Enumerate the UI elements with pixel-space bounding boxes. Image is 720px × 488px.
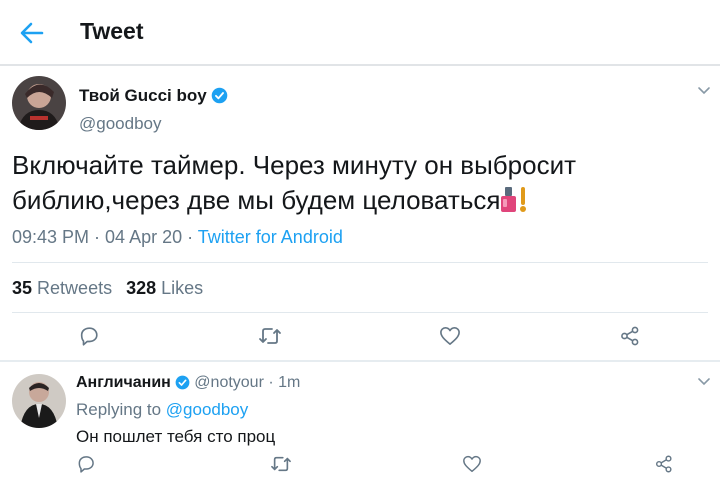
verified-badge-icon <box>211 87 228 104</box>
nail-polish-emoji-icon <box>501 187 517 212</box>
reply-avatar[interactable] <box>12 374 66 428</box>
tweet-date: 04 Apr 20 <box>105 227 183 247</box>
chevron-down-icon[interactable] <box>697 377 711 387</box>
divider <box>12 262 708 263</box>
reply-handle[interactable]: @notyour <box>194 374 264 391</box>
tweet-text-content: Включайте таймер. Через минуту он выброс… <box>12 150 577 215</box>
reply-icon[interactable] <box>76 454 96 474</box>
author-handle[interactable]: @goodboy <box>79 114 162 134</box>
meta-separator: · <box>182 227 198 247</box>
retweets-count: 35 <box>12 278 33 298</box>
replying-to: Replying to @goodboy <box>76 400 248 420</box>
retweets-stat[interactable]: 35 Retweets <box>12 278 112 298</box>
back-arrow-icon[interactable] <box>18 19 46 47</box>
likes-stat[interactable]: 328 Likes <box>126 278 203 298</box>
reply-header: Англичанин @notyour · 1m <box>76 374 300 392</box>
meta-separator: · <box>89 227 106 247</box>
tweet-text: Включайте таймер. Через минуту он выброс… <box>12 148 702 218</box>
divider <box>12 312 708 313</box>
like-heart-icon[interactable] <box>462 455 482 473</box>
likes-count: 328 <box>126 278 157 298</box>
verified-badge-icon <box>175 375 190 390</box>
section-divider <box>0 360 720 362</box>
retweet-icon[interactable] <box>257 325 283 347</box>
tweet-meta: 09:43 PM · 04 Apr 20 · Twitter for Andro… <box>12 227 343 248</box>
like-heart-icon[interactable] <box>439 326 461 346</box>
retweet-icon[interactable] <box>269 454 293 474</box>
top-bar: Tweet <box>0 0 720 66</box>
tweet-time: 09:43 PM <box>12 227 90 247</box>
author-name[interactable]: Твой Gucci boy <box>79 86 228 106</box>
nail-polish-brush-icon <box>520 187 527 212</box>
share-icon[interactable] <box>620 326 640 346</box>
reply-separator: · <box>263 374 279 391</box>
likes-label: Likes <box>161 278 204 298</box>
share-icon[interactable] <box>655 455 673 473</box>
reply-author-name[interactable]: Англичанин <box>76 374 171 391</box>
replying-prefix: Replying to <box>76 400 166 419</box>
tweet-stats: 35 Retweets 328 Likes <box>12 278 217 299</box>
author-name-text: Твой Gucci boy <box>79 86 207 105</box>
retweets-label: Retweets <box>37 278 113 298</box>
page-title: Tweet <box>80 18 144 44</box>
reply-icon[interactable] <box>78 325 100 347</box>
tweet-source-link[interactable]: Twitter for Android <box>198 227 343 247</box>
chevron-down-icon[interactable] <box>697 86 711 96</box>
replying-to-link[interactable]: @goodboy <box>166 400 249 419</box>
reply-text: Он пошлет тебя сто проц <box>76 427 276 446</box>
avatar[interactable] <box>12 76 66 130</box>
reply-age: 1m <box>278 374 301 391</box>
